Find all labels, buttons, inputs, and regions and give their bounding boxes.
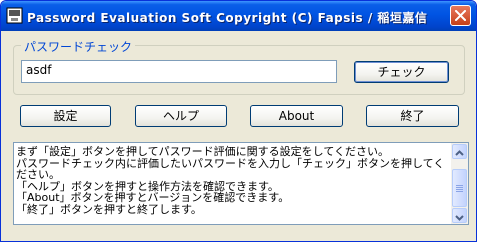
exit-button[interactable]: 終了 bbox=[366, 105, 459, 127]
password-input[interactable]: asdf bbox=[21, 60, 337, 83]
about-button[interactable]: About bbox=[250, 105, 343, 127]
scroll-up-button[interactable] bbox=[452, 144, 467, 159]
scroll-thumb[interactable] bbox=[452, 169, 467, 207]
group-label: パスワードチェック bbox=[21, 38, 136, 55]
settings-button[interactable]: 設定 bbox=[20, 105, 111, 127]
check-button[interactable]: チェック bbox=[354, 61, 449, 83]
app-icon bbox=[6, 7, 23, 24]
scroll-down-button[interactable] bbox=[452, 208, 467, 223]
help-button[interactable]: ヘルプ bbox=[135, 105, 227, 127]
close-button[interactable] bbox=[450, 5, 471, 26]
window-title: Password Evaluation Soft Copyright (C) F… bbox=[27, 11, 428, 25]
info-text: まず「設定」ボタンを押してパスワード評価に関する設定をしてください。 パスワード… bbox=[16, 145, 445, 216]
vertical-scrollbar[interactable] bbox=[451, 143, 468, 224]
chevron-up-icon bbox=[455, 150, 464, 156]
title-bar[interactable]: Password Evaluation Soft Copyright (C) F… bbox=[1, 1, 476, 31]
info-textarea[interactable]: まず「設定」ボタンを押してパスワード評価に関する設定をしてください。 パスワード… bbox=[13, 142, 469, 225]
chevron-down-icon bbox=[455, 215, 464, 221]
app-window: Password Evaluation Soft Copyright (C) F… bbox=[0, 0, 477, 242]
close-icon bbox=[455, 10, 466, 21]
